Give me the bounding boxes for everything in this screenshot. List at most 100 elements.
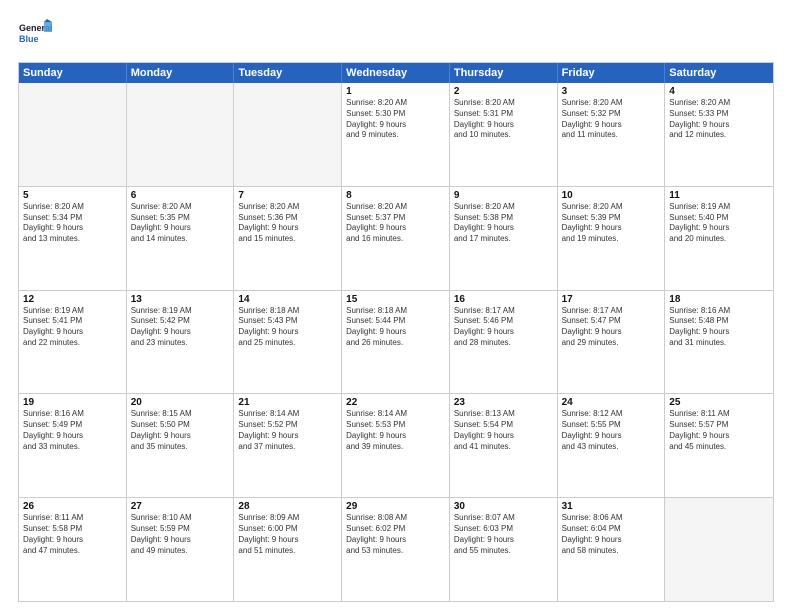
cell-date: 24 [562, 397, 661, 408]
weekday-header-sunday: Sunday [19, 63, 127, 83]
calendar-cell: 20Sunrise: 8:15 AM Sunset: 5:50 PM Dayli… [127, 394, 235, 497]
cell-info: Sunrise: 8:19 AM Sunset: 5:41 PM Dayligh… [23, 306, 122, 349]
cell-info: Sunrise: 8:20 AM Sunset: 5:31 PM Dayligh… [454, 98, 553, 141]
cell-info: Sunrise: 8:15 AM Sunset: 5:50 PM Dayligh… [131, 409, 230, 452]
calendar: SundayMondayTuesdayWednesdayThursdayFrid… [18, 62, 774, 602]
cell-date: 31 [562, 501, 661, 512]
cell-info: Sunrise: 8:10 AM Sunset: 5:59 PM Dayligh… [131, 513, 230, 556]
cell-date: 9 [454, 190, 553, 201]
cell-info: Sunrise: 8:17 AM Sunset: 5:46 PM Dayligh… [454, 306, 553, 349]
cell-date: 8 [346, 190, 445, 201]
cell-info: Sunrise: 8:20 AM Sunset: 5:39 PM Dayligh… [562, 202, 661, 245]
cell-info: Sunrise: 8:08 AM Sunset: 6:02 PM Dayligh… [346, 513, 445, 556]
calendar-cell: 30Sunrise: 8:07 AM Sunset: 6:03 PM Dayli… [450, 498, 558, 601]
cell-info: Sunrise: 8:20 AM Sunset: 5:32 PM Dayligh… [562, 98, 661, 141]
weekday-header-thursday: Thursday [450, 63, 558, 83]
calendar-cell: 25Sunrise: 8:11 AM Sunset: 5:57 PM Dayli… [665, 394, 773, 497]
weekday-header-friday: Friday [558, 63, 666, 83]
calendar-cell: 19Sunrise: 8:16 AM Sunset: 5:49 PM Dayli… [19, 394, 127, 497]
cell-date: 19 [23, 397, 122, 408]
cell-info: Sunrise: 8:19 AM Sunset: 5:40 PM Dayligh… [669, 202, 769, 245]
cell-info: Sunrise: 8:14 AM Sunset: 5:52 PM Dayligh… [238, 409, 337, 452]
cell-date: 16 [454, 294, 553, 305]
cell-info: Sunrise: 8:14 AM Sunset: 5:53 PM Dayligh… [346, 409, 445, 452]
cell-date: 12 [23, 294, 122, 305]
cell-date: 13 [131, 294, 230, 305]
calendar-cell: 24Sunrise: 8:12 AM Sunset: 5:55 PM Dayli… [558, 394, 666, 497]
cell-info: Sunrise: 8:11 AM Sunset: 5:58 PM Dayligh… [23, 513, 122, 556]
calendar-body: 1Sunrise: 8:20 AM Sunset: 5:30 PM Daylig… [19, 83, 773, 601]
calendar-cell: 21Sunrise: 8:14 AM Sunset: 5:52 PM Dayli… [234, 394, 342, 497]
cell-info: Sunrise: 8:07 AM Sunset: 6:03 PM Dayligh… [454, 513, 553, 556]
cell-info: Sunrise: 8:20 AM Sunset: 5:35 PM Dayligh… [131, 202, 230, 245]
logo: General Blue [18, 18, 54, 54]
cell-date: 27 [131, 501, 230, 512]
cell-info: Sunrise: 8:20 AM Sunset: 5:34 PM Dayligh… [23, 202, 122, 245]
svg-text:Blue: Blue [19, 34, 39, 44]
cell-info: Sunrise: 8:20 AM Sunset: 5:36 PM Dayligh… [238, 202, 337, 245]
calendar-row-4: 19Sunrise: 8:16 AM Sunset: 5:49 PM Dayli… [19, 394, 773, 498]
cell-date: 23 [454, 397, 553, 408]
logo-svg: General Blue [18, 18, 54, 54]
cell-date: 11 [669, 190, 769, 201]
cell-info: Sunrise: 8:11 AM Sunset: 5:57 PM Dayligh… [669, 409, 769, 452]
cell-info: Sunrise: 8:20 AM Sunset: 5:37 PM Dayligh… [346, 202, 445, 245]
calendar-cell [234, 83, 342, 186]
calendar-cell: 16Sunrise: 8:17 AM Sunset: 5:46 PM Dayli… [450, 291, 558, 394]
calendar-cell: 3Sunrise: 8:20 AM Sunset: 5:32 PM Daylig… [558, 83, 666, 186]
calendar-cell [127, 83, 235, 186]
cell-date: 14 [238, 294, 337, 305]
calendar-row-1: 1Sunrise: 8:20 AM Sunset: 5:30 PM Daylig… [19, 83, 773, 187]
calendar-row-2: 5Sunrise: 8:20 AM Sunset: 5:34 PM Daylig… [19, 187, 773, 291]
cell-date: 1 [346, 86, 445, 97]
calendar-cell: 26Sunrise: 8:11 AM Sunset: 5:58 PM Dayli… [19, 498, 127, 601]
calendar-cell [665, 498, 773, 601]
calendar-cell: 1Sunrise: 8:20 AM Sunset: 5:30 PM Daylig… [342, 83, 450, 186]
calendar-header: SundayMondayTuesdayWednesdayThursdayFrid… [19, 63, 773, 83]
cell-date: 21 [238, 397, 337, 408]
calendar-cell: 12Sunrise: 8:19 AM Sunset: 5:41 PM Dayli… [19, 291, 127, 394]
calendar-cell: 31Sunrise: 8:06 AM Sunset: 6:04 PM Dayli… [558, 498, 666, 601]
cell-date: 22 [346, 397, 445, 408]
cell-date: 30 [454, 501, 553, 512]
cell-date: 15 [346, 294, 445, 305]
cell-info: Sunrise: 8:09 AM Sunset: 6:00 PM Dayligh… [238, 513, 337, 556]
calendar-cell: 17Sunrise: 8:17 AM Sunset: 5:47 PM Dayli… [558, 291, 666, 394]
cell-date: 18 [669, 294, 769, 305]
cell-info: Sunrise: 8:20 AM Sunset: 5:33 PM Dayligh… [669, 98, 769, 141]
calendar-cell: 27Sunrise: 8:10 AM Sunset: 5:59 PM Dayli… [127, 498, 235, 601]
calendar-cell: 22Sunrise: 8:14 AM Sunset: 5:53 PM Dayli… [342, 394, 450, 497]
calendar-cell: 29Sunrise: 8:08 AM Sunset: 6:02 PM Dayli… [342, 498, 450, 601]
calendar-cell: 5Sunrise: 8:20 AM Sunset: 5:34 PM Daylig… [19, 187, 127, 290]
weekday-header-wednesday: Wednesday [342, 63, 450, 83]
calendar-cell [19, 83, 127, 186]
calendar-cell: 10Sunrise: 8:20 AM Sunset: 5:39 PM Dayli… [558, 187, 666, 290]
cell-date: 26 [23, 501, 122, 512]
cell-date: 5 [23, 190, 122, 201]
calendar-cell: 13Sunrise: 8:19 AM Sunset: 5:42 PM Dayli… [127, 291, 235, 394]
calendar-row-5: 26Sunrise: 8:11 AM Sunset: 5:58 PM Dayli… [19, 498, 773, 601]
cell-date: 2 [454, 86, 553, 97]
cell-info: Sunrise: 8:20 AM Sunset: 5:30 PM Dayligh… [346, 98, 445, 141]
weekday-header-saturday: Saturday [665, 63, 773, 83]
header: General Blue [18, 18, 774, 54]
cell-date: 3 [562, 86, 661, 97]
cell-date: 25 [669, 397, 769, 408]
cell-info: Sunrise: 8:17 AM Sunset: 5:47 PM Dayligh… [562, 306, 661, 349]
weekday-header-tuesday: Tuesday [234, 63, 342, 83]
cell-info: Sunrise: 8:20 AM Sunset: 5:38 PM Dayligh… [454, 202, 553, 245]
cell-info: Sunrise: 8:18 AM Sunset: 5:43 PM Dayligh… [238, 306, 337, 349]
cell-info: Sunrise: 8:18 AM Sunset: 5:44 PM Dayligh… [346, 306, 445, 349]
calendar-cell: 8Sunrise: 8:20 AM Sunset: 5:37 PM Daylig… [342, 187, 450, 290]
calendar-cell: 18Sunrise: 8:16 AM Sunset: 5:48 PM Dayli… [665, 291, 773, 394]
page: General Blue SundayMondayTuesdayWednesda… [0, 0, 792, 612]
cell-date: 17 [562, 294, 661, 305]
cell-date: 29 [346, 501, 445, 512]
calendar-cell: 4Sunrise: 8:20 AM Sunset: 5:33 PM Daylig… [665, 83, 773, 186]
cell-info: Sunrise: 8:12 AM Sunset: 5:55 PM Dayligh… [562, 409, 661, 452]
calendar-row-3: 12Sunrise: 8:19 AM Sunset: 5:41 PM Dayli… [19, 291, 773, 395]
calendar-cell: 7Sunrise: 8:20 AM Sunset: 5:36 PM Daylig… [234, 187, 342, 290]
calendar-cell: 28Sunrise: 8:09 AM Sunset: 6:00 PM Dayli… [234, 498, 342, 601]
cell-date: 28 [238, 501, 337, 512]
calendar-cell: 9Sunrise: 8:20 AM Sunset: 5:38 PM Daylig… [450, 187, 558, 290]
